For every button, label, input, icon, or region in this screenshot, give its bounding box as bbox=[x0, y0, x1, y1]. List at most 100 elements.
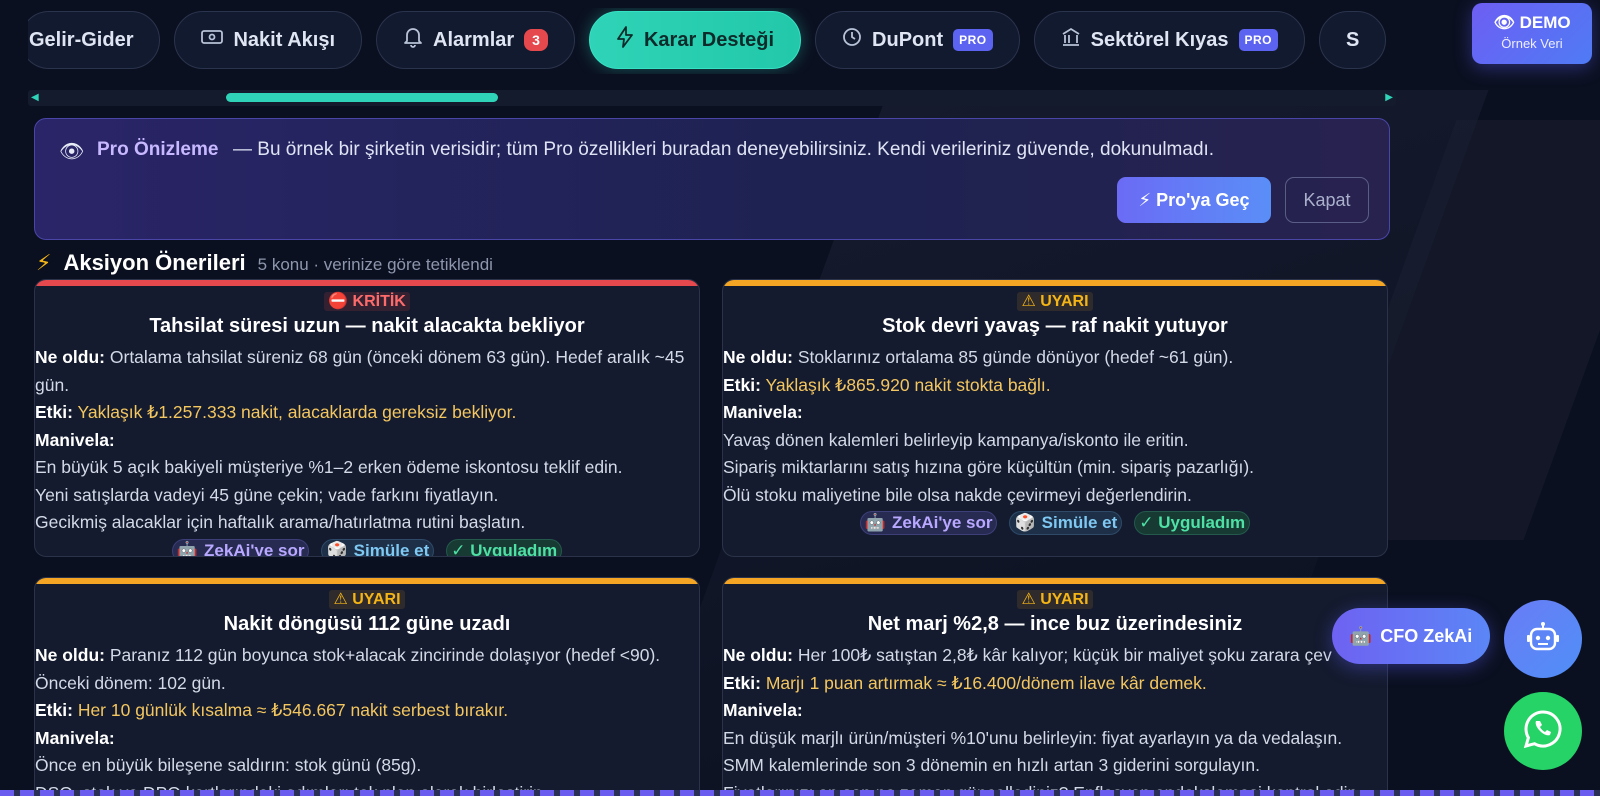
impact-text: Marjı 1 puan artırmak ≈ ₺16.400/dönem il… bbox=[765, 672, 1207, 693]
robot-icon: 🤖 bbox=[1349, 625, 1373, 646]
lever-item: En büyük 5 açık bakiyeli müşteriye %1–2 … bbox=[35, 457, 623, 477]
what-text: Ortalama tahsilat süreniz 68 gün (önceki… bbox=[35, 347, 685, 395]
card-body: Ne oldu: Ortalama tahsilat süreniz 68 gü… bbox=[35, 344, 699, 537]
cfo-zekai-label: CFO ZekAi bbox=[1380, 625, 1473, 646]
pro-badge: PRO bbox=[953, 29, 993, 51]
action-card: ⚠ UYARI Nakit döngüsü 112 güne uzadı Ne … bbox=[34, 577, 700, 796]
close-banner-button[interactable]: Kapat bbox=[1285, 177, 1369, 223]
severity-tag: ⚠ UYARI bbox=[35, 589, 699, 609]
cash-icon bbox=[201, 29, 224, 51]
tab-label: S bbox=[1346, 28, 1360, 51]
tab-label: Sektörel Kıyas bbox=[1090, 28, 1229, 51]
simulate-button[interactable]: 🎲 Simüle et bbox=[321, 538, 435, 557]
what-text: Stoklarınız ortalama 85 günde dönüyor (h… bbox=[797, 347, 1234, 367]
lever-item: Yavaş dönen kalemleri belirleyip kampany… bbox=[723, 429, 1189, 450]
section-header: ⚡ Aksiyon Önerileri 5 konu · verinize gö… bbox=[36, 250, 493, 276]
pro-badge: PRO bbox=[1238, 29, 1279, 51]
tab-next[interactable]: S bbox=[1319, 11, 1387, 69]
scroll-thumb[interactable] bbox=[226, 93, 498, 102]
severity-bar bbox=[35, 578, 699, 584]
applied-button[interactable]: ✓ Uyguladım bbox=[1134, 511, 1251, 535]
lever-item: Önce en büyük bileşene saldırın: stok gü… bbox=[35, 755, 422, 775]
ask-zekai-button[interactable]: 🤖 ZekAi'ye sor bbox=[859, 511, 998, 535]
severity-tag: ⚠ UYARI bbox=[723, 291, 1387, 311]
tab-bar: Gelir-Gider Nakit Akışı Alarmlar 3 Karar… bbox=[28, 8, 1396, 74]
cfo-zekai-button[interactable]: 🤖 CFO ZekAi bbox=[1332, 608, 1490, 664]
card-title: Net marj %2,8 — ince buz üzerindesiniz bbox=[867, 613, 1243, 635]
section-subtitle: 5 konu · verinize göre tetiklendi bbox=[257, 255, 493, 274]
banner-message: — Bu örnek bir şirketin verisidir; tüm P… bbox=[233, 139, 1215, 160]
tab-karar-destegi[interactable]: Karar Desteği bbox=[588, 11, 802, 69]
scroll-left-icon[interactable]: ◀ bbox=[31, 92, 39, 103]
what-text: Her 100₺ satıştan 2,8₺ kâr kalıyor; küçü… bbox=[797, 645, 1332, 665]
warning-icon: ⚠ bbox=[333, 591, 348, 608]
applied-button[interactable]: ✓ Uyguladım bbox=[446, 538, 563, 556]
card-actions: 🤖 ZekAi'ye sor 🎲 Simüle et ✓ Uyguladım bbox=[35, 538, 699, 557]
action-card: ⛔ KRİTİK Tahsilat süresi uzun — nakit al… bbox=[34, 279, 700, 557]
action-card: ⚠ UYARI Stok devri yavaş — raf nakit yut… bbox=[722, 279, 1388, 557]
card-body: Ne oldu: Her 100₺ satıştan 2,8₺ kâr kalı… bbox=[723, 642, 1387, 796]
lever-item: Yeni satışlarda vadeyi 45 güne çekin; va… bbox=[35, 484, 499, 505]
warning-icon: ⚠ bbox=[1021, 293, 1036, 310]
tab-gelir-gider[interactable]: Gelir-Gider bbox=[28, 11, 161, 69]
severity-bar bbox=[723, 578, 1387, 584]
severity-tag: ⚠ UYARI bbox=[723, 589, 1387, 609]
tab-label: DuPont bbox=[872, 28, 944, 51]
tab-label: Alarmlar bbox=[433, 28, 515, 51]
robot-icon: 🤖 bbox=[864, 513, 887, 532]
lightning-icon: ⚡ bbox=[1138, 189, 1152, 210]
upgrade-pro-label: Pro'ya Geç bbox=[1156, 189, 1250, 210]
demo-label: DEMO bbox=[1519, 13, 1571, 32]
upgrade-pro-button[interactable]: ⚡ Pro'ya Geç bbox=[1117, 177, 1271, 223]
card-title: Tahsilat süresi uzun — nakit alacakta be… bbox=[149, 315, 585, 337]
card-body: Ne oldu: Stoklarınız ortalama 85 günde d… bbox=[723, 344, 1387, 509]
severity-bar bbox=[35, 280, 699, 286]
card-title: Nakit döngüsü 112 güne uzadı bbox=[223, 613, 511, 635]
demo-badge[interactable]: 👁 DEMO Örnek Veri bbox=[1472, 3, 1592, 64]
lightning-icon bbox=[616, 26, 634, 54]
whatsapp-icon bbox=[1522, 708, 1564, 755]
tab-label: Nakit Akışı bbox=[233, 28, 336, 51]
section-title: Aksiyon Önerileri bbox=[63, 250, 246, 275]
whatsapp-button[interactable] bbox=[1504, 692, 1582, 770]
alarm-count-badge: 3 bbox=[524, 29, 548, 51]
eye-icon: 👁 bbox=[59, 141, 85, 163]
lever-item: Ölü stoku maliyetine bile olsa nakde çev… bbox=[723, 484, 1192, 505]
stop-icon: ⛔ bbox=[328, 293, 349, 310]
tab-label: Gelir-Gider bbox=[29, 28, 134, 51]
tab-scrollbar[interactable]: ◀ ▶ bbox=[28, 90, 1396, 106]
simulate-button[interactable]: 🎲 Simüle et bbox=[1009, 511, 1123, 535]
impact-text: Yaklaşık ₺1.257.333 nakit, alacaklarda g… bbox=[77, 402, 517, 422]
bank-icon bbox=[1061, 27, 1081, 53]
dice-icon: 🎲 bbox=[1014, 513, 1036, 532]
robot-icon bbox=[1526, 621, 1560, 657]
impact-text: Her 10 günlük kısalma ≈ ₺546.667 nakit s… bbox=[77, 700, 509, 720]
card-title: Stok devri yavaş — raf nakit yutuyor bbox=[882, 315, 1228, 337]
banner-title: Pro Önizleme bbox=[97, 139, 219, 160]
demo-sub: Örnek Veri bbox=[1501, 36, 1563, 51]
impact-text: Yaklaşık ₺865.920 nakit stokta bağlı. bbox=[765, 374, 1051, 395]
lever-item: SMM kalemlerinde son 3 dönemin en hızlı … bbox=[723, 755, 1260, 775]
lever-item: En düşük marjlı ürün/müşteri %10'unu bel… bbox=[723, 727, 1343, 748]
ask-zekai-button[interactable]: 🤖 ZekAi'ye sor bbox=[171, 538, 310, 556]
bell-icon bbox=[403, 26, 423, 54]
tab-sektorel-kiyas[interactable]: Sektörel Kıyas PRO bbox=[1033, 11, 1306, 69]
warning-icon: ⚠ bbox=[1021, 591, 1036, 608]
robot-chat-button[interactable] bbox=[1504, 600, 1582, 678]
tab-dupont[interactable]: DuPont PRO bbox=[815, 11, 1020, 69]
severity-bar bbox=[723, 280, 1387, 286]
card-body: Ne oldu: Paranız 112 gün boyunca stok+al… bbox=[35, 642, 699, 796]
pro-preview-banner: 👁 Pro Önizleme — Bu örnek bir şirketin v… bbox=[34, 118, 1390, 240]
card-actions: 🤖 ZekAi'ye sor 🎲 Simüle et ✓ Uyguladım bbox=[723, 511, 1387, 535]
bottom-stripe bbox=[0, 790, 1600, 796]
tab-nakit-akisi[interactable]: Nakit Akışı bbox=[174, 11, 363, 69]
tab-alarmlar[interactable]: Alarmlar 3 bbox=[376, 11, 575, 69]
severity-tag: ⛔ KRİTİK bbox=[35, 291, 699, 311]
action-card: ⚠ UYARI Net marj %2,8 — ince buz üzerind… bbox=[722, 577, 1388, 796]
lever-item: Sipariş miktarlarını satış hızına göre k… bbox=[723, 457, 1255, 477]
scroll-right-icon[interactable]: ▶ bbox=[1385, 92, 1393, 103]
tab-label: Karar Desteği bbox=[643, 28, 775, 51]
dice-icon: 🎲 bbox=[326, 540, 348, 557]
eye-icon: 👁 bbox=[1493, 13, 1515, 32]
lightning-icon: ⚡ bbox=[36, 250, 52, 275]
